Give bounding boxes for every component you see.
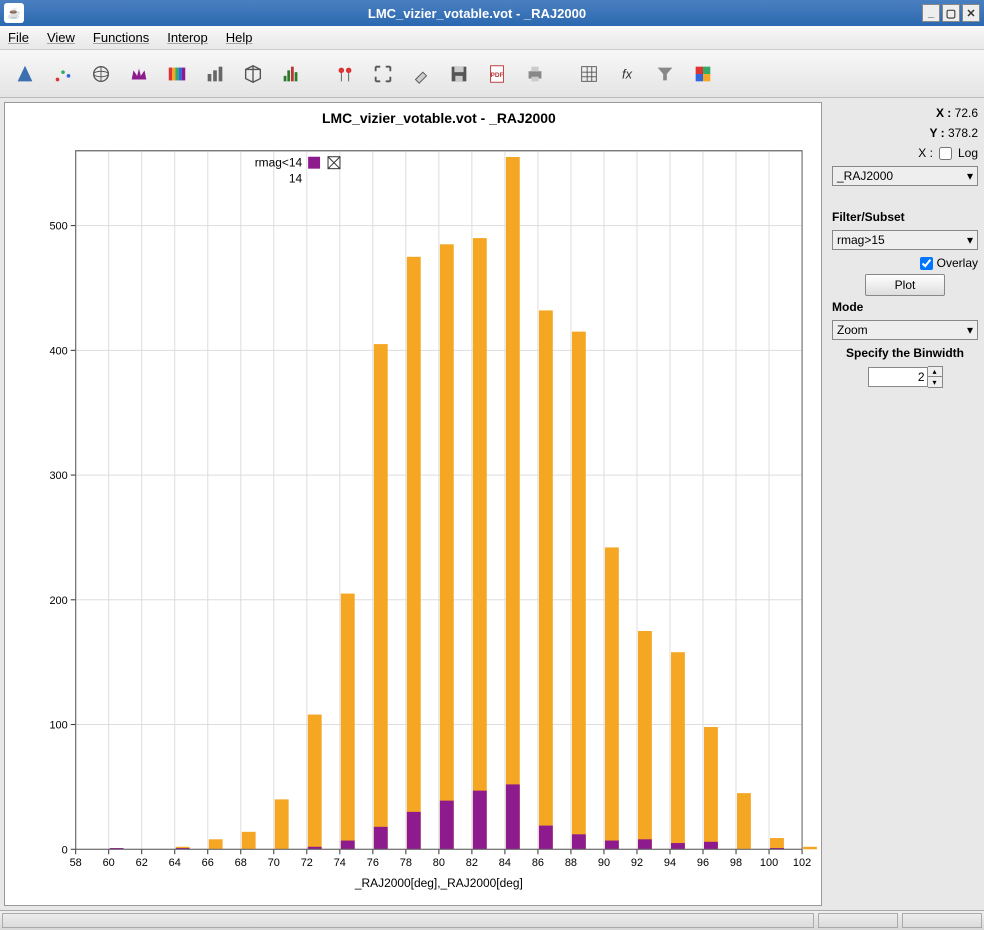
svg-text:78: 78 bbox=[400, 857, 412, 869]
chevron-down-icon: ▾ bbox=[967, 323, 973, 337]
svg-text:102: 102 bbox=[793, 857, 811, 869]
svg-text:80: 80 bbox=[433, 857, 445, 869]
svg-text:74: 74 bbox=[334, 857, 346, 869]
fx-icon[interactable]: fx bbox=[610, 57, 644, 91]
cube-icon[interactable] bbox=[236, 57, 270, 91]
menu-view[interactable]: View bbox=[47, 30, 75, 45]
status-main bbox=[2, 913, 814, 928]
status-small-2 bbox=[902, 913, 982, 928]
chevron-down-icon: ▾ bbox=[967, 169, 973, 183]
histogram-icon[interactable] bbox=[274, 57, 308, 91]
status-bar bbox=[0, 910, 984, 930]
svg-text:90: 90 bbox=[598, 857, 610, 869]
print-icon[interactable] bbox=[518, 57, 552, 91]
menu-bar: File View Functions Interop Help bbox=[0, 26, 984, 50]
eraser-icon[interactable] bbox=[404, 57, 438, 91]
filter-icon[interactable] bbox=[648, 57, 682, 91]
svg-text:76: 76 bbox=[367, 857, 379, 869]
pins-icon[interactable] bbox=[328, 57, 362, 91]
save-icon[interactable] bbox=[442, 57, 476, 91]
overlay-checkbox[interactable] bbox=[920, 257, 933, 270]
cone-icon[interactable] bbox=[8, 57, 42, 91]
chevron-down-icon: ▾ bbox=[967, 233, 973, 247]
spectrum-icon[interactable] bbox=[160, 57, 194, 91]
sidebar: X : 72.6 Y : 378.2 X : Log _RAJ2000▾ Fil… bbox=[826, 98, 984, 910]
svg-text:86: 86 bbox=[532, 857, 544, 869]
menu-help[interactable]: Help bbox=[226, 30, 253, 45]
table-icon[interactable] bbox=[572, 57, 606, 91]
svg-text:68: 68 bbox=[235, 857, 247, 869]
svg-text:62: 62 bbox=[136, 857, 148, 869]
svg-text:96: 96 bbox=[697, 857, 709, 869]
svg-text:70: 70 bbox=[268, 857, 280, 869]
svg-text:92: 92 bbox=[631, 857, 643, 869]
svg-text:300: 300 bbox=[49, 470, 67, 482]
filter-label: Filter/Subset bbox=[832, 210, 978, 224]
title-bar: ☕ LMC_vizier_votable.vot - _RAJ2000 _ ▢ … bbox=[0, 0, 984, 26]
log-checkbox[interactable] bbox=[939, 147, 952, 160]
svg-text:0: 0 bbox=[62, 844, 68, 856]
globe-icon[interactable] bbox=[84, 57, 118, 91]
svg-text:66: 66 bbox=[202, 857, 214, 869]
svg-text:98: 98 bbox=[730, 857, 742, 869]
palette-icon[interactable] bbox=[686, 57, 720, 91]
svg-text:rmag<14: rmag<14 bbox=[255, 156, 303, 170]
readout-x-value: 72.6 bbox=[955, 106, 978, 120]
bars-icon[interactable] bbox=[198, 57, 232, 91]
mode-select[interactable]: Zoom▾ bbox=[832, 320, 978, 340]
svg-text:400: 400 bbox=[49, 345, 67, 357]
binwidth-input[interactable] bbox=[868, 367, 928, 387]
svg-text:94: 94 bbox=[664, 857, 676, 869]
menu-interop[interactable]: Interop bbox=[167, 30, 207, 45]
svg-text:88: 88 bbox=[565, 857, 577, 869]
menu-file[interactable]: File bbox=[8, 30, 29, 45]
menu-functions[interactable]: Functions bbox=[93, 30, 149, 45]
svg-text:14: 14 bbox=[289, 172, 303, 186]
java-icon: ☕ bbox=[4, 3, 24, 23]
svg-text:500: 500 bbox=[49, 221, 67, 233]
close-button[interactable]: ✕ bbox=[962, 4, 980, 22]
svg-text:100: 100 bbox=[49, 720, 67, 732]
scatter-icon[interactable] bbox=[46, 57, 80, 91]
svg-text:84: 84 bbox=[499, 857, 511, 869]
svg-text:72: 72 bbox=[301, 857, 313, 869]
svg-text:200: 200 bbox=[49, 595, 67, 607]
crown-icon[interactable] bbox=[122, 57, 156, 91]
svg-text:64: 64 bbox=[169, 857, 181, 869]
filter-select[interactable]: rmag>15▾ bbox=[832, 230, 978, 250]
readout-y-label: Y : bbox=[930, 126, 945, 140]
readout-y-value: 378.2 bbox=[948, 126, 978, 140]
svg-text:60: 60 bbox=[103, 857, 115, 869]
minimize-button[interactable]: _ bbox=[922, 4, 940, 22]
svg-text:82: 82 bbox=[466, 857, 478, 869]
overlay-label: Overlay bbox=[937, 256, 978, 270]
maximize-button[interactable]: ▢ bbox=[942, 4, 960, 22]
svg-text:LMC_vizier_votable.vot - _RAJ2: LMC_vizier_votable.vot - _RAJ2000 bbox=[322, 110, 556, 126]
x-select-label: X : bbox=[918, 146, 933, 160]
svg-text:fx: fx bbox=[622, 66, 633, 81]
binwidth-label: Specify the Binwidth bbox=[832, 346, 978, 360]
svg-text:58: 58 bbox=[70, 857, 82, 869]
readout-x-label: X : bbox=[936, 106, 951, 120]
x-axis-select[interactable]: _RAJ2000▾ bbox=[832, 166, 978, 186]
fullscreen-icon[interactable] bbox=[366, 57, 400, 91]
log-label: Log bbox=[958, 146, 978, 160]
svg-text:_RAJ2000[deg],_RAJ2000[deg]: _RAJ2000[deg],_RAJ2000[deg] bbox=[354, 876, 523, 890]
toolbar: PDF fx bbox=[0, 50, 984, 98]
histogram-chart: 58 60 62 64 66 68 70 72 74 76 78 80 82 84 86 88 90 92 94 96… bbox=[5, 103, 821, 905]
status-small-1 bbox=[818, 913, 898, 928]
svg-text:PDF: PDF bbox=[491, 71, 504, 78]
mode-label: Mode bbox=[832, 300, 978, 314]
plot-button[interactable]: Plot bbox=[865, 274, 945, 296]
spinner-down-icon[interactable]: ▾ bbox=[928, 377, 942, 387]
svg-text:100: 100 bbox=[760, 857, 778, 869]
pdf-icon[interactable]: PDF bbox=[480, 57, 514, 91]
window-title: LMC_vizier_votable.vot - _RAJ2000 bbox=[32, 6, 922, 21]
chart-area[interactable]: Data Points 5860626466687072747678808284… bbox=[4, 102, 822, 906]
spinner-up-icon[interactable]: ▴ bbox=[928, 367, 942, 377]
